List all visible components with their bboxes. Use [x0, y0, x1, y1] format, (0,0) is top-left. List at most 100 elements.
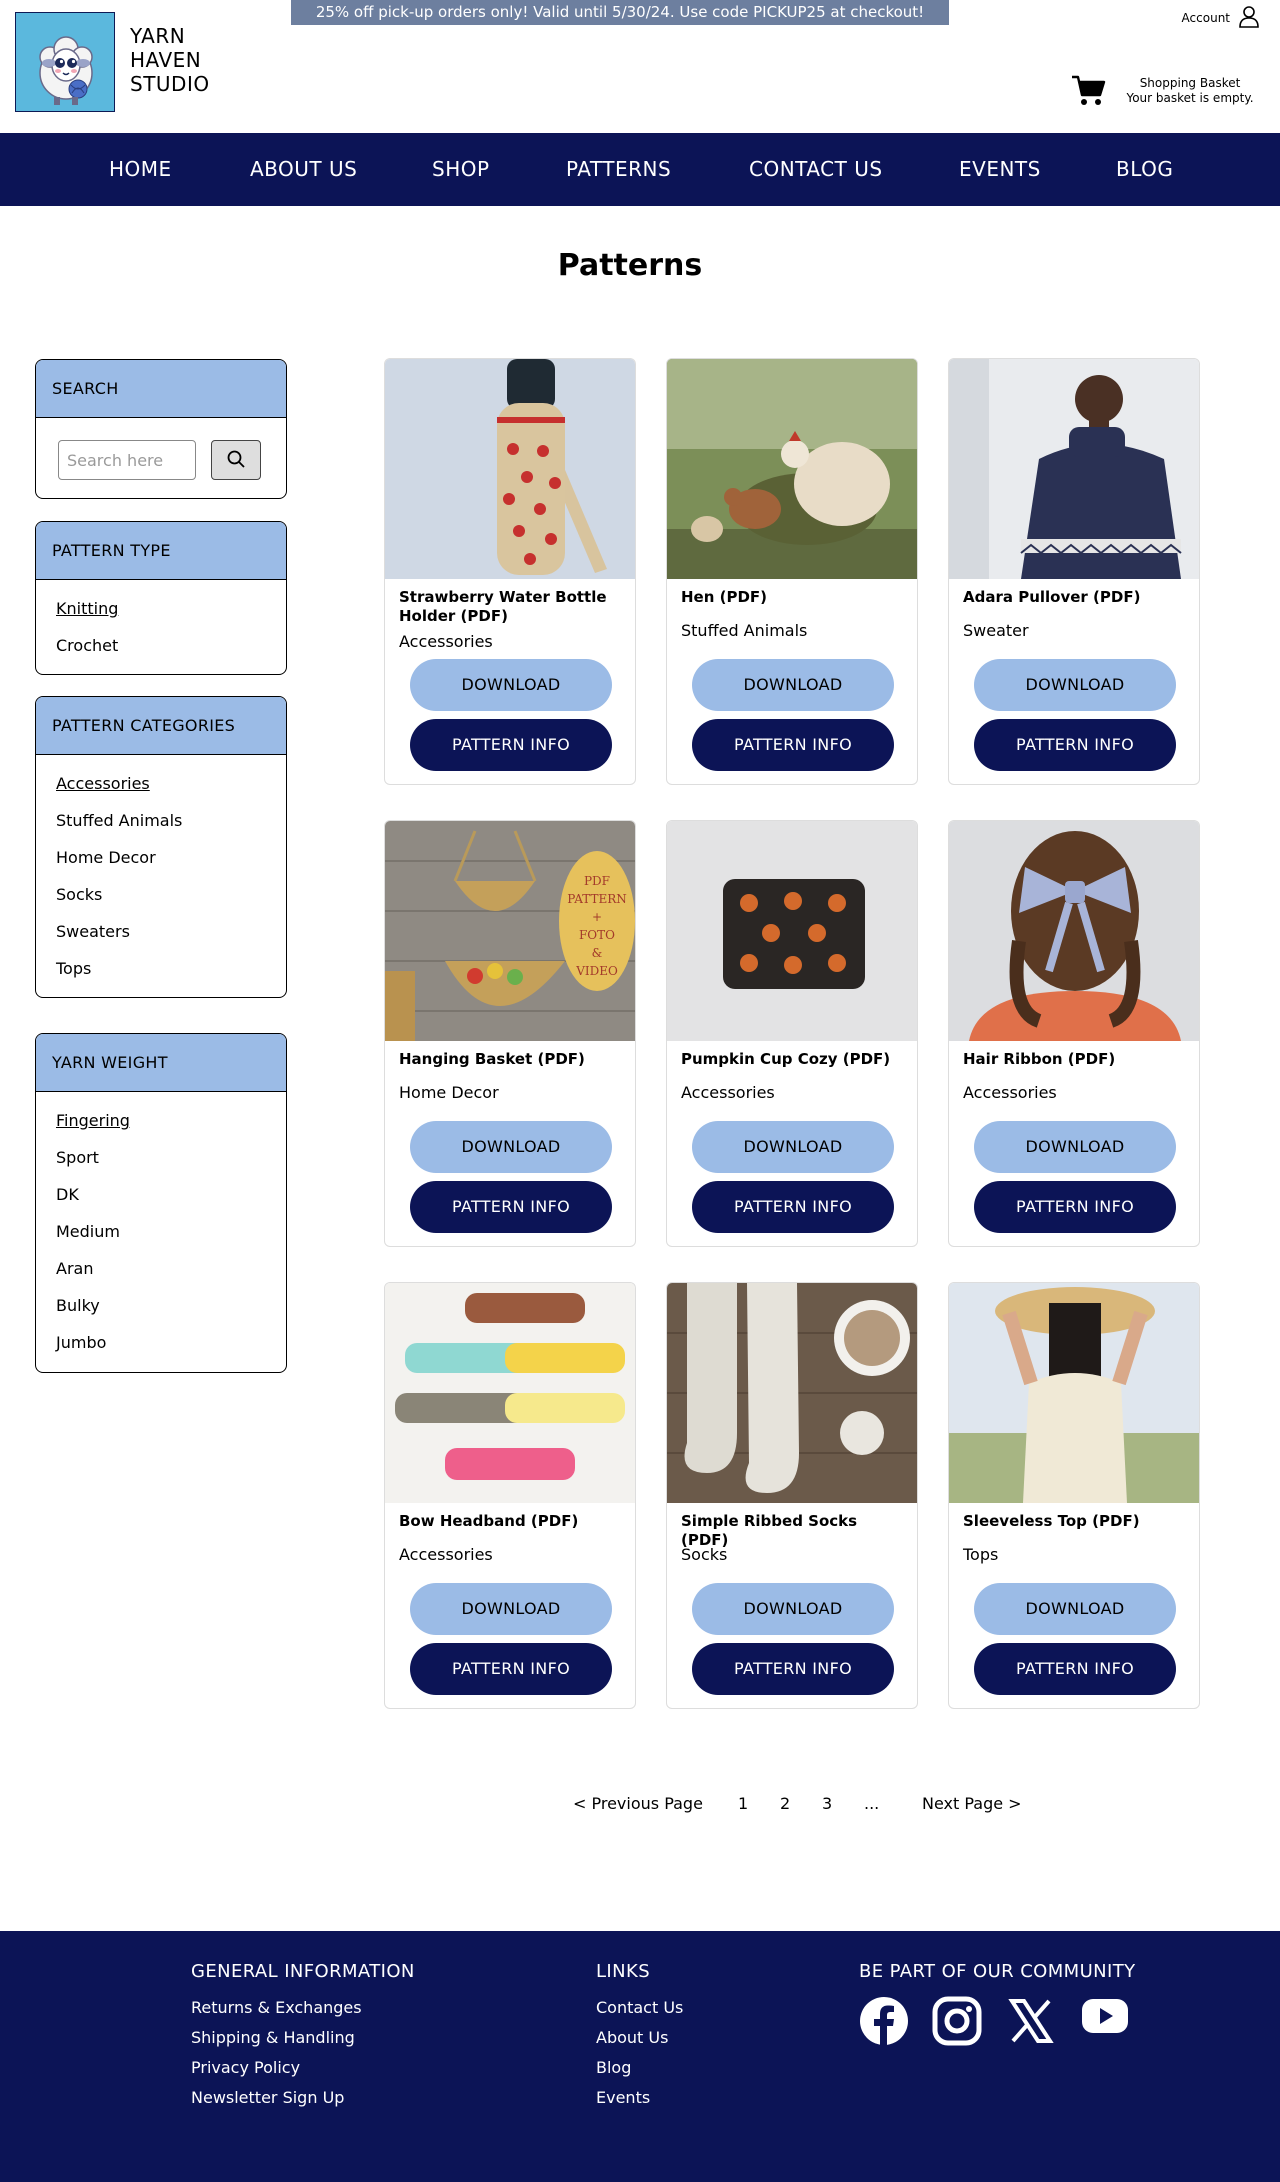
pattern-info-button[interactable]: PATTERN INFO [974, 1643, 1176, 1695]
promo-banner: 25% off pick-up orders only! Valid until… [291, 0, 949, 25]
pattern-type-crochet[interactable]: Crochet [56, 637, 286, 674]
product-image-hen[interactable] [667, 359, 918, 579]
search-button[interactable] [211, 440, 261, 480]
sheep-logo[interactable] [15, 12, 115, 112]
brand-line-2: HAVEN [130, 48, 202, 72]
page-1-link[interactable]: 1 [738, 1794, 748, 1814]
weight-bulky[interactable]: Bulky [56, 1297, 286, 1334]
download-button[interactable]: DOWNLOAD [410, 1583, 612, 1635]
brand-line-1: YARN [130, 24, 186, 48]
product-name[interactable]: Adara Pullover (PDF) [963, 588, 1188, 607]
product-image-strawberry-bottle-holder[interactable] [385, 359, 636, 579]
product-image-hair-ribbon[interactable] [949, 821, 1200, 1041]
pattern-info-button[interactable]: PATTERN INFO [410, 1181, 612, 1233]
weight-jumbo[interactable]: Jumbo [56, 1334, 286, 1371]
basket-image-text: PDF [584, 874, 610, 888]
category-sweaters[interactable]: Sweaters [56, 923, 286, 960]
download-button[interactable]: DOWNLOAD [974, 1121, 1176, 1173]
pattern-info-button[interactable]: PATTERN INFO [410, 719, 612, 771]
category-home-decor[interactable]: Home Decor [56, 849, 286, 886]
download-button[interactable]: DOWNLOAD [692, 659, 894, 711]
previous-page-link[interactable]: < Previous Page [573, 1794, 703, 1814]
pattern-type-knitting[interactable]: Knitting [56, 600, 286, 637]
footer-link-events[interactable]: Events [596, 2088, 650, 2107]
product-category: Accessories [399, 632, 493, 651]
basket-status: Your basket is empty. [1126, 91, 1254, 105]
user-icon[interactable] [1238, 5, 1260, 29]
product-image-sleeveless-top[interactable] [949, 1283, 1200, 1503]
footer-link-returns[interactable]: Returns & Exchanges [191, 1998, 362, 2017]
basket-image-text: & [592, 946, 603, 960]
product-image-ribbed-socks[interactable] [667, 1283, 918, 1503]
product-name[interactable]: Strawberry Water Bottle Holder (PDF) [399, 588, 624, 626]
product-name[interactable]: Hair Ribbon (PDF) [963, 1050, 1188, 1069]
product-name[interactable]: Bow Headband (PDF) [399, 1512, 624, 1531]
product-name[interactable]: Hanging Basket (PDF) [399, 1050, 624, 1069]
x-icon[interactable] [1006, 1996, 1056, 2046]
basket-title[interactable]: Shopping Basket [1120, 76, 1260, 91]
basket-image-text: PATTERN [567, 892, 627, 906]
category-stuffed-animals[interactable]: Stuffed Animals [56, 812, 286, 849]
basket-image-text: FOTO [579, 928, 615, 942]
weight-fingering[interactable]: Fingering [56, 1112, 286, 1149]
pattern-categories-panel: PATTERN CATEGORIES Accessories Stuffed A… [35, 696, 287, 998]
product-image-bow-headband[interactable] [385, 1283, 636, 1503]
weight-dk[interactable]: DK [56, 1186, 286, 1223]
product-category: Accessories [963, 1083, 1057, 1102]
product-name[interactable]: Pumpkin Cup Cozy (PDF) [681, 1050, 906, 1069]
footer-link-contact[interactable]: Contact Us [596, 1998, 683, 2017]
product-category: Accessories [681, 1083, 775, 1102]
download-button[interactable]: DOWNLOAD [692, 1583, 894, 1635]
brand-line-3: STUDIO [130, 72, 210, 96]
pattern-info-button[interactable]: PATTERN INFO [974, 719, 1176, 771]
facebook-icon[interactable] [859, 1996, 909, 2046]
product-image-adara-pullover[interactable] [949, 359, 1200, 579]
product-name[interactable]: Hen (PDF) [681, 588, 906, 607]
pattern-info-button[interactable]: PATTERN INFO [692, 719, 894, 771]
product-image-pumpkin-cup-cozy[interactable] [667, 821, 918, 1041]
download-button[interactable]: DOWNLOAD [410, 1121, 612, 1173]
download-button[interactable]: DOWNLOAD [974, 1583, 1176, 1635]
shopping-cart-icon[interactable] [1070, 72, 1106, 108]
nav-home[interactable]: HOME [109, 133, 172, 206]
page-3-link[interactable]: 3 [822, 1794, 832, 1814]
youtube-icon[interactable] [1080, 1991, 1130, 2041]
next-page-link[interactable]: Next Page > [922, 1794, 1022, 1814]
pattern-info-button[interactable]: PATTERN INFO [410, 1643, 612, 1695]
nav-contact-us[interactable]: CONTACT US [749, 133, 883, 206]
instagram-icon[interactable] [932, 1996, 982, 2046]
account-link[interactable]: Account [1182, 9, 1230, 27]
page-2-link[interactable]: 2 [780, 1794, 790, 1814]
download-button[interactable]: DOWNLOAD [692, 1121, 894, 1173]
footer-link-privacy[interactable]: Privacy Policy [191, 2058, 300, 2077]
footer-link-shipping[interactable]: Shipping & Handling [191, 2028, 355, 2047]
category-socks[interactable]: Socks [56, 886, 286, 923]
pattern-info-button[interactable]: PATTERN INFO [692, 1643, 894, 1695]
download-button[interactable]: DOWNLOAD [974, 659, 1176, 711]
footer-link-blog[interactable]: Blog [596, 2058, 631, 2077]
nav-about-us[interactable]: ABOUT US [250, 133, 357, 206]
category-tops[interactable]: Tops [56, 960, 286, 997]
pattern-info-button[interactable]: PATTERN INFO [692, 1181, 894, 1233]
pattern-info-button[interactable]: PATTERN INFO [974, 1181, 1176, 1233]
nav-shop[interactable]: SHOP [432, 133, 490, 206]
footer-general-title: GENERAL INFORMATION [191, 1961, 415, 1982]
product-card: Sleeveless Top (PDF) Tops DOWNLOAD PATTE… [948, 1282, 1200, 1709]
brand-name[interactable]: YARN HAVEN STUDIO [130, 24, 250, 96]
category-accessories[interactable]: Accessories [56, 775, 286, 812]
footer-link-newsletter[interactable]: Newsletter Sign Up [191, 2088, 344, 2107]
weight-medium[interactable]: Medium [56, 1223, 286, 1260]
nav-blog[interactable]: BLOG [1116, 133, 1173, 206]
weight-sport[interactable]: Sport [56, 1149, 286, 1186]
main-nav: HOME ABOUT US SHOP PATTERNS CONTACT US E… [0, 133, 1280, 206]
product-image-hanging-basket[interactable]: PDF PATTERN + FOTO & VIDEO [385, 821, 636, 1041]
basket-image-text: VIDEO [575, 964, 618, 978]
nav-patterns[interactable]: PATTERNS [566, 133, 671, 206]
product-category: Stuffed Animals [681, 621, 808, 640]
search-input[interactable] [58, 440, 196, 480]
download-button[interactable]: DOWNLOAD [410, 659, 612, 711]
product-name[interactable]: Sleeveless Top (PDF) [963, 1512, 1188, 1531]
nav-events[interactable]: EVENTS [959, 133, 1041, 206]
weight-aran[interactable]: Aran [56, 1260, 286, 1297]
footer-link-about[interactable]: About Us [596, 2028, 668, 2047]
